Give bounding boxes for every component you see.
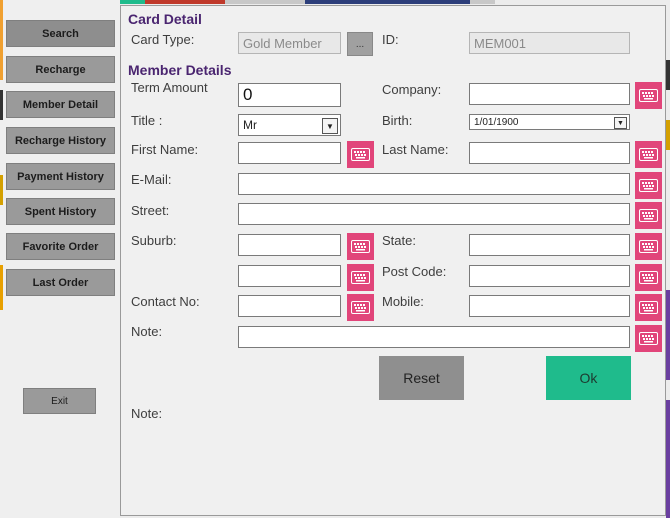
email-label: E-Mail: xyxy=(131,172,172,187)
note-footer-label: Note: xyxy=(131,406,163,421)
id-label: ID: xyxy=(382,32,399,47)
chevron-down-icon: ▼ xyxy=(614,117,627,129)
company-input[interactable] xyxy=(469,83,630,105)
sidebar-item-spent-history[interactable]: Spent History xyxy=(6,198,115,225)
keyboard-icon xyxy=(639,301,658,314)
card-type-field: Gold Member xyxy=(238,32,341,54)
email-input[interactable] xyxy=(238,173,630,195)
keyboard-icon xyxy=(351,148,370,161)
suburb-keyboard-button[interactable] xyxy=(347,233,374,260)
street-keyboard-button[interactable] xyxy=(635,202,662,229)
sidebar: Search Recharge Member Detail Recharge H… xyxy=(0,0,120,518)
state-keyboard-button[interactable] xyxy=(635,233,662,260)
bg-strip xyxy=(470,0,495,4)
state-label: State: xyxy=(382,233,416,248)
keyboard-icon xyxy=(639,271,658,284)
suburb-input[interactable] xyxy=(238,234,341,256)
street-label: Street: xyxy=(131,203,170,218)
sidebar-item-search[interactable]: Search xyxy=(6,20,115,47)
last-name-input[interactable] xyxy=(469,142,630,164)
birth-date-picker[interactable]: 1/01/1900 ▼ xyxy=(469,114,630,130)
reset-button[interactable]: Reset xyxy=(379,356,464,400)
note-label: Note: xyxy=(131,324,163,339)
sidebar-item-payment-history[interactable]: Payment History xyxy=(6,163,115,190)
title-label: Title : xyxy=(131,113,163,128)
first-name-label: First Name: xyxy=(131,142,199,157)
keyboard-icon xyxy=(351,240,370,253)
keyboard-icon xyxy=(351,271,370,284)
bg-sliver xyxy=(666,120,670,150)
post-code-label: Post Code: xyxy=(382,264,447,279)
sidebar-item-member-detail[interactable]: Member Detail xyxy=(6,91,115,118)
mobile-label: Mobile: xyxy=(382,294,424,309)
keyboard-icon xyxy=(639,332,658,345)
contact-no-keyboard-button[interactable] xyxy=(347,294,374,321)
post-code-input[interactable] xyxy=(469,265,630,287)
last-name-label: Last Name: xyxy=(382,142,449,157)
street-input[interactable] xyxy=(238,203,630,225)
bg-strip xyxy=(225,0,305,4)
member-details-heading: Member Details xyxy=(128,62,232,78)
suburb-secondary-keyboard-button[interactable] xyxy=(347,264,374,291)
bg-sliver xyxy=(666,400,670,518)
card-type-browse-button[interactable]: ... xyxy=(347,32,373,56)
note-keyboard-button[interactable] xyxy=(635,325,662,352)
sidebar-item-recharge-history[interactable]: Recharge History xyxy=(6,127,115,154)
bg-strip xyxy=(385,0,470,4)
keyboard-icon xyxy=(639,240,658,253)
bg-sliver xyxy=(0,265,3,310)
exit-button[interactable]: Exit xyxy=(23,388,96,414)
sidebar-item-last-order[interactable]: Last Order xyxy=(6,269,115,296)
contact-no-input[interactable] xyxy=(238,295,341,317)
card-type-label: Card Type: xyxy=(131,32,195,47)
term-amount-label: Term Amount xyxy=(131,80,208,95)
contact-no-label: Contact No: xyxy=(131,294,200,309)
first-name-input[interactable] xyxy=(238,142,341,164)
bg-sliver xyxy=(0,175,3,205)
last-name-keyboard-button[interactable] xyxy=(635,141,662,168)
keyboard-icon xyxy=(351,301,370,314)
bg-sliver xyxy=(666,60,670,90)
bg-sliver xyxy=(666,290,670,380)
keyboard-icon xyxy=(639,179,658,192)
keyboard-icon xyxy=(639,148,658,161)
company-label: Company: xyxy=(382,82,442,97)
title-select[interactable]: Mr ▼ xyxy=(238,114,341,136)
post-code-keyboard-button[interactable] xyxy=(635,264,662,291)
term-amount-input[interactable]: 0 xyxy=(238,83,341,107)
sidebar-item-recharge[interactable]: Recharge xyxy=(6,56,115,83)
company-keyboard-button[interactable] xyxy=(635,82,662,109)
bg-strip xyxy=(305,0,385,4)
mobile-keyboard-button[interactable] xyxy=(635,294,662,321)
email-keyboard-button[interactable] xyxy=(635,172,662,199)
id-field: MEM001 xyxy=(469,32,630,54)
bg-sliver xyxy=(0,90,3,120)
card-detail-heading: Card Detail xyxy=(128,11,202,27)
mobile-input[interactable] xyxy=(469,295,630,317)
keyboard-icon xyxy=(639,89,658,102)
ok-button[interactable]: Ok xyxy=(546,356,631,400)
bg-strip xyxy=(145,0,225,4)
chevron-down-icon: ▼ xyxy=(322,118,338,134)
sidebar-item-favorite-order[interactable]: Favorite Order xyxy=(6,233,115,260)
note-input[interactable] xyxy=(238,326,630,348)
first-name-keyboard-button[interactable] xyxy=(347,141,374,168)
state-input[interactable] xyxy=(469,234,630,256)
suburb-secondary-input[interactable] xyxy=(238,265,341,287)
suburb-label: Suburb: xyxy=(131,233,177,248)
birth-label: Birth: xyxy=(382,113,413,128)
keyboard-icon xyxy=(639,209,658,222)
bg-sliver xyxy=(0,0,3,80)
